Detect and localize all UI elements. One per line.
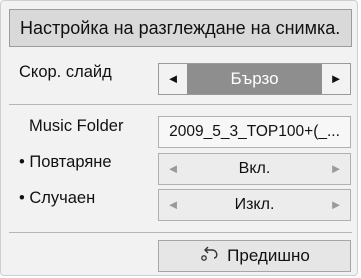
repeat-selector[interactable]: ◄ Вкл. ►: [158, 153, 351, 185]
random-left-arrow-icon[interactable]: ◄: [159, 190, 187, 220]
random-selector[interactable]: ◄ Изкл. ►: [158, 189, 351, 221]
divider-bottom: [9, 232, 352, 233]
photo-view-settings-dialog: Настройка на разглеждане на снимка. Скор…: [0, 0, 358, 276]
back-button-label: Предишно: [227, 246, 310, 265]
slide-speed-value: Бързо: [187, 64, 322, 94]
random-value: Изкл.: [234, 196, 275, 213]
dialog-title: Настройка на разглеждане на снимка.: [9, 9, 352, 47]
music-folder-label: Music Folder: [29, 117, 124, 135]
repeat-right-arrow-icon[interactable]: ►: [322, 154, 350, 184]
divider-top: [9, 104, 352, 105]
repeat-value: Вкл.: [238, 160, 271, 177]
repeat-label: • Повтаряне: [19, 153, 112, 171]
back-arrow-icon: [199, 242, 221, 272]
slide-speed-left-arrow-icon[interactable]: ◄: [159, 64, 187, 94]
slide-speed-right-arrow-icon[interactable]: ►: [322, 64, 350, 94]
slide-speed-label: Скор. слайд: [19, 63, 112, 81]
random-right-arrow-icon[interactable]: ►: [322, 190, 350, 220]
random-label: • Случаен: [19, 189, 96, 207]
back-button[interactable]: Предишно: [158, 240, 351, 272]
music-folder-value[interactable]: 2009_5_3_TOP100+(_...: [158, 116, 351, 148]
repeat-left-arrow-icon[interactable]: ◄: [159, 154, 187, 184]
slide-speed-selector[interactable]: ◄ Бързо ►: [158, 63, 351, 95]
